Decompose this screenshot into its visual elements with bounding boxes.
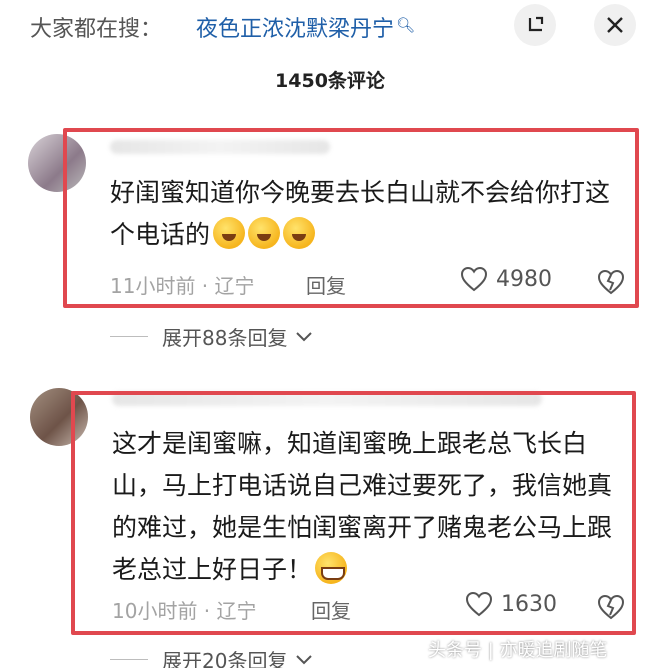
chevron-down-icon bbox=[296, 654, 313, 664]
chevron-down-icon bbox=[296, 331, 313, 341]
divider-line bbox=[110, 336, 148, 337]
dislike-icon[interactable] bbox=[596, 591, 626, 621]
crying-emoji bbox=[213, 217, 246, 249]
reply-button[interactable]: 回复 bbox=[306, 270, 346, 299]
crying-emoji bbox=[283, 217, 316, 249]
close-button[interactable] bbox=[594, 4, 636, 46]
trending-search-text[interactable]: 夜色正浓沈默梁丹宁 bbox=[196, 17, 394, 42]
comment-body: 好闺蜜知道你今晚要去长白山就不会给你打这个电话的 bbox=[110, 178, 611, 249]
like-button[interactable]: 4980 bbox=[460, 266, 552, 292]
reply-button[interactable]: 回复 bbox=[311, 595, 351, 624]
like-button[interactable]: 1630 bbox=[465, 591, 557, 617]
expand-replies-label: 展开20条回复 bbox=[162, 649, 288, 668]
heart-icon bbox=[465, 591, 493, 617]
comment-body: 这才是闺蜜嘛，知道闺蜜晚上跟老总飞长白山，马上打电话说自己难过要死了，我信她真的… bbox=[112, 429, 613, 584]
search-icon: 🔍︎ bbox=[396, 16, 416, 34]
comment-time-location: 10小时前 · 辽宁 bbox=[112, 599, 257, 623]
comment-text: 好闺蜜知道你今晚要去长白山就不会给你打这个电话的 bbox=[110, 172, 620, 256]
top-bar: 大家都在搜： 夜色正浓沈默梁丹宁 🔍︎ bbox=[0, 0, 660, 52]
expand-replies-label: 展开88条回复 bbox=[162, 326, 288, 350]
divider-line bbox=[110, 659, 148, 660]
comment-time-location: 11小时前 · 辽宁 bbox=[110, 274, 255, 298]
dislike-icon[interactable] bbox=[596, 266, 626, 296]
heart-icon bbox=[460, 266, 488, 292]
expand-replies-button[interactable]: 展开20条回复 bbox=[110, 645, 313, 668]
crying-emoji bbox=[248, 217, 281, 249]
collapse-icon bbox=[528, 16, 544, 32]
like-count: 1630 bbox=[501, 591, 557, 617]
comment-text: 这才是闺蜜嘛，知道闺蜜晚上跟老总飞长白山，马上打电话说自己难过要死了，我信她真的… bbox=[112, 423, 617, 591]
collapse-button[interactable] bbox=[514, 4, 556, 46]
grin-emoji bbox=[315, 552, 348, 584]
trending-search-link[interactable]: 夜色正浓沈默梁丹宁 🔍︎ bbox=[196, 11, 415, 43]
close-icon bbox=[607, 17, 623, 33]
like-count: 4980 bbox=[496, 266, 552, 292]
search-prefix-label: 大家都在搜： bbox=[30, 17, 163, 42]
expand-replies-button[interactable]: 展开88条回复 bbox=[110, 322, 313, 351]
watermark: 头条号 | 亦暖追剧随笔 bbox=[428, 640, 608, 661]
comment-count: 1450条评论 bbox=[275, 70, 385, 92]
